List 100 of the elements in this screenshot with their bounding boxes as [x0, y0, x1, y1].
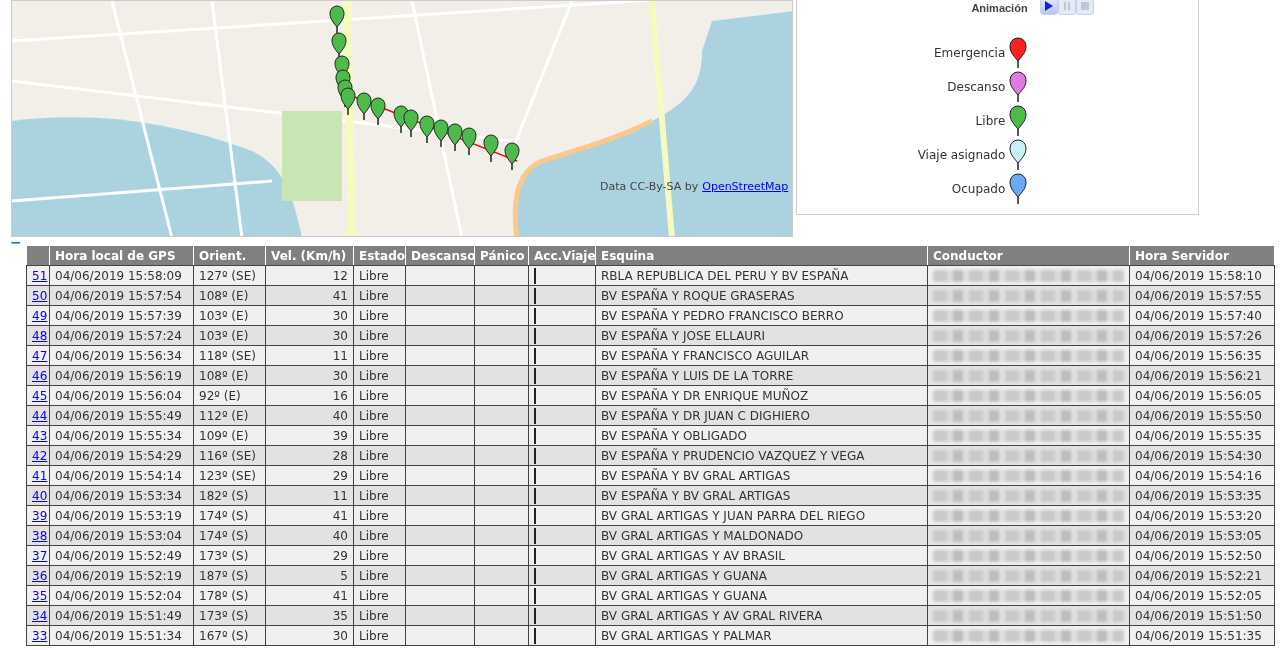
- map-view[interactable]: Data CC-By-SA by OpenStreetMap: [11, 0, 793, 237]
- table-cell: 173º (S): [193, 605, 266, 626]
- table-cell: 39: [265, 425, 354, 446]
- table-cell: 11: [265, 485, 354, 506]
- play-button[interactable]: [1039, 0, 1058, 15]
- table-cell: BV ESPAÑA Y PRUDENCIO VAZQUEZ Y VEGA: [595, 445, 928, 466]
- table-cell: Libre: [353, 525, 406, 546]
- table-cell: 04/06/2019 15:51:50: [1129, 605, 1275, 626]
- table-cell: 04/06/2019 15:53:04: [49, 525, 194, 546]
- table-cell: 35: [265, 605, 354, 626]
- column-header: [26, 245, 50, 266]
- table-cell: BV ESPAÑA Y FRANCISCO AGUILAR: [595, 345, 928, 366]
- column-header: Hora local de GPS: [49, 245, 194, 266]
- table-cell: Libre: [353, 445, 406, 466]
- column-header: Estado: [353, 245, 406, 266]
- table-cell: 187º (S): [193, 565, 266, 586]
- table-cell: 30: [265, 365, 354, 386]
- table-cell: Libre: [353, 505, 406, 526]
- column-header: Conductor: [927, 245, 1130, 266]
- table-cell: 04/06/2019 15:56:19: [49, 365, 194, 386]
- table-cell: BV GRAL ARTIGAS Y JUAN PARRA DEL RIEGO: [595, 505, 928, 526]
- table-cell: 04/06/2019 15:53:19: [49, 505, 194, 526]
- table-cell: 04/06/2019 15:51:34: [49, 625, 194, 646]
- table-cell: 04/06/2019 15:56:04: [49, 385, 194, 406]
- legend-label: Descanso: [947, 80, 1006, 94]
- table-cell: BV ESPAÑA Y BV GRAL ARTIGAS: [595, 465, 928, 486]
- column-header: Vel. (Km/h): [265, 245, 354, 266]
- table-cell: 04/06/2019 15:54:14: [49, 465, 194, 486]
- table-cell: 04/06/2019 15:56:21: [1129, 365, 1275, 386]
- table-cell: 04/06/2019 15:56:34: [49, 345, 194, 366]
- table-cell: 04/06/2019 15:54:16: [1129, 465, 1275, 486]
- table-cell: BV GRAL ARTIGAS Y GUANA: [595, 565, 928, 586]
- table-cell: 04/06/2019 15:53:34: [49, 485, 194, 506]
- table-cell: 30: [265, 325, 354, 346]
- table-cell: 16: [265, 385, 354, 406]
- table-cell: 116º (SE): [193, 445, 266, 466]
- table-cell: 40: [265, 405, 354, 426]
- column-header: Hora Servidor: [1129, 245, 1275, 266]
- table-cell: BV ESPAÑA Y OBLIGADO: [595, 425, 928, 446]
- stop-icon: [1080, 2, 1089, 10]
- table-cell: BV ESPAÑA Y ROQUE GRASERAS: [595, 285, 928, 306]
- table-cell: 40: [265, 525, 354, 546]
- table-cell: 30: [265, 305, 354, 326]
- play-icon: [1043, 0, 1054, 12]
- table-cell: 182º (S): [193, 485, 266, 506]
- table-cell: Libre: [353, 425, 406, 446]
- table-cell: 04/06/2019 15:57:54: [49, 285, 194, 306]
- map-attribution: Data CC-By-SA by: [600, 180, 699, 193]
- table-cell: Libre: [353, 365, 406, 386]
- table-cell: 04/06/2019 15:55:35: [1129, 425, 1275, 446]
- table-cell: 29: [265, 465, 354, 486]
- table-cell: 04/06/2019 15:51:49: [49, 605, 194, 626]
- animation-label: Animación: [971, 2, 1028, 14]
- table-cell: 04/06/2019 15:57:39: [49, 305, 194, 326]
- table-cell: 04/06/2019 15:57:40: [1129, 305, 1275, 326]
- table-cell: 04/06/2019 15:57:24: [49, 325, 194, 346]
- table-cell: BV GRAL ARTIGAS Y MALDONADO: [595, 525, 928, 546]
- table-cell: BV ESPAÑA Y PEDRO FRANCISCO BERRO: [595, 305, 928, 326]
- table-cell: 04/06/2019 15:56:05: [1129, 385, 1275, 406]
- table-cell: Libre: [353, 265, 406, 286]
- table-cell: 41: [265, 505, 354, 526]
- table-cell: 04/06/2019 15:56:35: [1129, 345, 1275, 366]
- column-header: Pánico: [474, 245, 529, 266]
- table-cell: 04/06/2019 15:58:09: [49, 265, 194, 286]
- table-cell: 108º (E): [193, 365, 266, 386]
- table-cell: 04/06/2019 15:52:04: [49, 585, 194, 606]
- collapse-toggle[interactable]: −: [10, 239, 1288, 245]
- table-cell: 12: [265, 265, 354, 286]
- column-header: Esquina: [595, 245, 928, 266]
- table-cell: 04/06/2019 15:55:34: [49, 425, 194, 446]
- table-cell: 28: [265, 445, 354, 466]
- table-cell: 04/06/2019 15:53:05: [1129, 525, 1275, 546]
- table-cell: Libre: [353, 345, 406, 366]
- table-cell: 04/06/2019 15:53:35: [1129, 485, 1275, 506]
- column-header: Orient.: [193, 245, 266, 266]
- table-cell: 92º (E): [193, 385, 266, 406]
- table-cell: 04/06/2019 15:54:29: [49, 445, 194, 466]
- table-cell: BV ESPAÑA Y BV GRAL ARTIGAS: [595, 485, 928, 506]
- table-cell: Libre: [353, 465, 406, 486]
- table-cell: 5: [265, 565, 354, 586]
- column-header: Acc.Viaje: [528, 245, 596, 266]
- table-cell: 108º (E): [193, 285, 266, 306]
- table-cell: BV ESPAÑA Y DR ENRIQUE MUÑOZ: [595, 385, 928, 406]
- table-cell: 30: [265, 625, 354, 646]
- table-cell: Libre: [353, 285, 406, 306]
- table-cell: 123º (SE): [193, 465, 266, 486]
- table-cell: 04/06/2019 15:52:21: [1129, 565, 1275, 586]
- table-cell: Libre: [353, 325, 406, 346]
- table-cell: 04/06/2019 15:51:35: [1129, 625, 1275, 646]
- table-cell: BV GRAL ARTIGAS Y AV GRAL RIVERA: [595, 605, 928, 626]
- table-cell: Libre: [353, 605, 406, 626]
- table-cell: 103º (E): [193, 305, 266, 326]
- table-cell: 04/06/2019 15:52:50: [1129, 545, 1275, 566]
- legend-label: Viaje asignado: [917, 148, 1006, 162]
- table-cell: RBLA REPUBLICA DEL PERU Y BV ESPAÑA: [595, 265, 928, 286]
- openstreetmap-link[interactable]: OpenStreetMap: [702, 180, 789, 193]
- table-cell: 04/06/2019 15:57:26: [1129, 325, 1275, 346]
- table-cell: Libre: [353, 545, 406, 566]
- table-cell: Libre: [353, 305, 406, 326]
- table-cell: 173º (S): [193, 545, 266, 566]
